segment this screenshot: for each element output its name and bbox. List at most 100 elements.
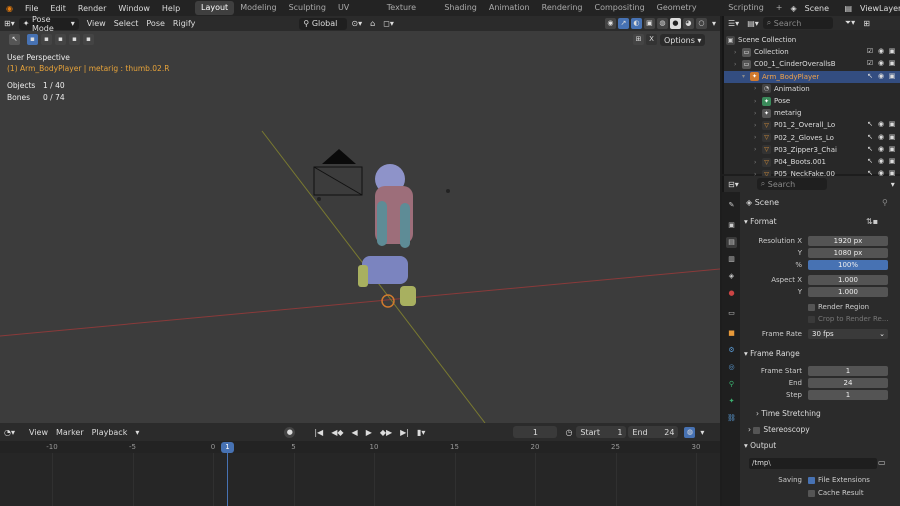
clock-icon[interactable]: ◷ bbox=[561, 426, 576, 438]
expand-arrow-icon[interactable]: › bbox=[754, 146, 762, 153]
tab-layout[interactable]: Layout bbox=[194, 1, 235, 15]
select-toggle-icon[interactable]: ↖ bbox=[866, 72, 874, 81]
outliner-row[interactable]: › ▭ Collection ☑ ◉ ▣ bbox=[724, 46, 900, 58]
outliner-row-label[interactable]: Collection bbox=[754, 48, 789, 56]
camera-render-icon[interactable]: ▣ bbox=[888, 145, 896, 154]
properties-search-input[interactable]: ⌕ Search bbox=[756, 178, 827, 190]
keying-set-icon[interactable]: ▮▾ bbox=[413, 426, 429, 438]
outliner-row-label[interactable]: Arm_BodyPlayer bbox=[762, 73, 819, 81]
menu-file[interactable]: File bbox=[19, 4, 44, 13]
viewlayer-icon[interactable]: ▤ bbox=[842, 4, 854, 13]
outliner-row-label[interactable]: Animation bbox=[774, 85, 810, 93]
select-new-icon[interactable]: ▪ bbox=[27, 34, 38, 45]
tab-compositing[interactable]: Compositing bbox=[589, 1, 651, 15]
crop-checkbox[interactable]: Crop to Render Re... bbox=[808, 315, 889, 323]
camera-object[interactable] bbox=[313, 149, 363, 196]
outliner-row[interactable]: ▣ Scene Collection bbox=[724, 34, 900, 46]
eye-icon[interactable]: ◉ bbox=[877, 72, 885, 81]
time-stretching-panel-header[interactable]: › Time Stretching bbox=[756, 409, 821, 418]
expand-arrow-icon[interactable]: › bbox=[734, 49, 742, 56]
scene-name[interactable]: Scene bbox=[799, 4, 843, 13]
timeline-editor-icon[interactable]: ◔▾ bbox=[0, 426, 19, 438]
menu-rigify[interactable]: Rigify bbox=[169, 18, 200, 30]
expand-arrow-icon[interactable]: › bbox=[754, 98, 762, 105]
frame-start-field[interactable]: Start 1 bbox=[576, 426, 627, 438]
select-toggle-icon[interactable]: ↖ bbox=[866, 157, 874, 166]
current-frame-field[interactable]: 1 bbox=[513, 426, 558, 438]
resolution-x-field[interactable]: 1920 px bbox=[808, 236, 888, 246]
stereoscopy-checkbox[interactable] bbox=[753, 426, 761, 434]
aspect-x-field[interactable]: 1.000 bbox=[808, 275, 888, 285]
tab-rendering[interactable]: Rendering bbox=[536, 1, 589, 15]
outliner-row[interactable]: › ✦ metarig bbox=[724, 107, 900, 119]
proportional-icon[interactable]: ◻▾ bbox=[379, 18, 398, 30]
overlay-icon[interactable]: ◐ bbox=[630, 18, 642, 29]
camera-render-icon[interactable]: ▣ bbox=[888, 47, 896, 56]
viewlayer-name[interactable]: ViewLayer bbox=[854, 4, 900, 13]
eye-icon[interactable]: ◉ bbox=[877, 59, 885, 68]
jump-keyframe-forward-icon[interactable]: ◆▶ bbox=[376, 426, 396, 438]
stereoscopy-panel-header[interactable]: › Stereoscopy bbox=[748, 425, 810, 434]
new-collection-icon[interactable]: ⊞ bbox=[859, 17, 874, 29]
camera-render-icon[interactable]: ▣ bbox=[888, 72, 896, 81]
eye-icon[interactable]: ◉ bbox=[877, 47, 885, 56]
tab-sculpting[interactable]: Sculpting bbox=[283, 1, 332, 15]
tab-shading[interactable]: Shading bbox=[438, 1, 483, 15]
rendered-shading-icon[interactable]: ○ bbox=[695, 18, 707, 29]
3d-viewport[interactable]: ↖ ▪ ▪ ▪ ▪ ▪ User Perspective (1) Arm_Bod… bbox=[0, 31, 720, 423]
camera-render-icon[interactable]: ▣ bbox=[888, 59, 896, 68]
world-tab-icon[interactable]: ● bbox=[726, 288, 737, 299]
outliner-row-label[interactable]: P04_Boots.001 bbox=[774, 158, 826, 166]
timeline-options-icon[interactable]: ▾ bbox=[696, 426, 708, 438]
menu-window[interactable]: Window bbox=[112, 4, 156, 13]
tab-animation[interactable]: Animation bbox=[483, 1, 536, 15]
play-reverse-icon[interactable]: ◀ bbox=[348, 426, 362, 438]
frame-start-field[interactable]: 1 bbox=[808, 366, 888, 376]
outliner-row[interactable]: ▾ ✦ Arm_BodyPlayer ↖ ◉ ▣ bbox=[724, 70, 900, 83]
armature-tab-icon[interactable]: ✦ bbox=[726, 396, 737, 407]
outliner-row[interactable]: › ◔ Animation bbox=[724, 83, 900, 95]
gizmo-icon[interactable]: ↗ bbox=[617, 18, 629, 29]
snap-icon[interactable]: ⌂ bbox=[366, 18, 379, 30]
outliner-search-input[interactable]: ⌕ Search bbox=[762, 17, 833, 29]
auto-keying-icon[interactable]: ● bbox=[284, 426, 296, 438]
timeline-view-icon[interactable]: ◍ bbox=[684, 426, 696, 438]
expand-arrow-icon[interactable]: › bbox=[754, 159, 762, 166]
menu-edit[interactable]: Edit bbox=[44, 4, 72, 13]
outliner-row[interactable]: › ✦ Pose bbox=[724, 95, 900, 107]
cursor-tool-icon[interactable]: ↖ bbox=[9, 34, 20, 45]
pivot-icon[interactable]: ⊙▾ bbox=[347, 18, 366, 30]
select-invert-icon[interactable]: ▪ bbox=[69, 34, 80, 45]
pin-icon[interactable]: ⚲ bbox=[882, 198, 888, 207]
physics-tab-icon[interactable]: ⚲ bbox=[726, 379, 737, 390]
eye-icon[interactable]: ◉ bbox=[877, 145, 885, 154]
outliner-editor-icon[interactable]: ☰▾ bbox=[724, 17, 743, 29]
outliner-row-label[interactable]: P02_2_Gloves_Lo bbox=[774, 134, 834, 142]
select-toggle-icon[interactable]: ↖ bbox=[866, 120, 874, 129]
scene-tab-icon[interactable]: ◈ bbox=[726, 271, 737, 282]
eye-icon[interactable]: ◉ bbox=[877, 120, 885, 129]
timeline-area[interactable]: -10 -5 0 5 10 15 20 25 30 1 bbox=[0, 441, 720, 506]
properties-options-icon[interactable]: ▾ bbox=[887, 178, 899, 190]
outliner-row-label[interactable]: Scene Collection bbox=[738, 36, 796, 44]
properties-editor-icon[interactable]: ⊟▾ bbox=[724, 178, 743, 190]
options-dropdown[interactable]: Options ▾ bbox=[660, 34, 706, 46]
menu-view[interactable]: View bbox=[83, 18, 110, 30]
playhead-indicator[interactable]: 1 bbox=[221, 442, 234, 453]
resolution-y-field[interactable]: 1080 px bbox=[808, 248, 888, 258]
select-extend-icon[interactable]: ▪ bbox=[41, 34, 52, 45]
menu-pose[interactable]: Pose bbox=[142, 18, 169, 30]
close-x-icon[interactable]: X bbox=[646, 34, 657, 45]
jump-start-icon[interactable]: |◀ bbox=[310, 426, 327, 438]
frame-end-field[interactable]: 24 bbox=[808, 378, 888, 388]
object-tab-icon[interactable]: ■ bbox=[726, 328, 737, 339]
expand-arrow-icon[interactable]: › bbox=[754, 122, 762, 129]
tool-settings-icon[interactable]: ⊞ bbox=[633, 34, 644, 45]
outliner-row-label[interactable]: C00_1_CinderOverallsBo bbox=[754, 60, 836, 68]
aspect-y-field[interactable]: 1.000 bbox=[808, 287, 888, 297]
select-subtract-icon[interactable]: ▪ bbox=[55, 34, 66, 45]
eye-icon[interactable]: ◉ bbox=[877, 157, 885, 166]
particles-tab-icon[interactable]: ◎ bbox=[726, 362, 737, 373]
display-mode-icon[interactable]: ▤▾ bbox=[743, 17, 763, 29]
scene-icon[interactable]: ◈ bbox=[789, 4, 799, 13]
